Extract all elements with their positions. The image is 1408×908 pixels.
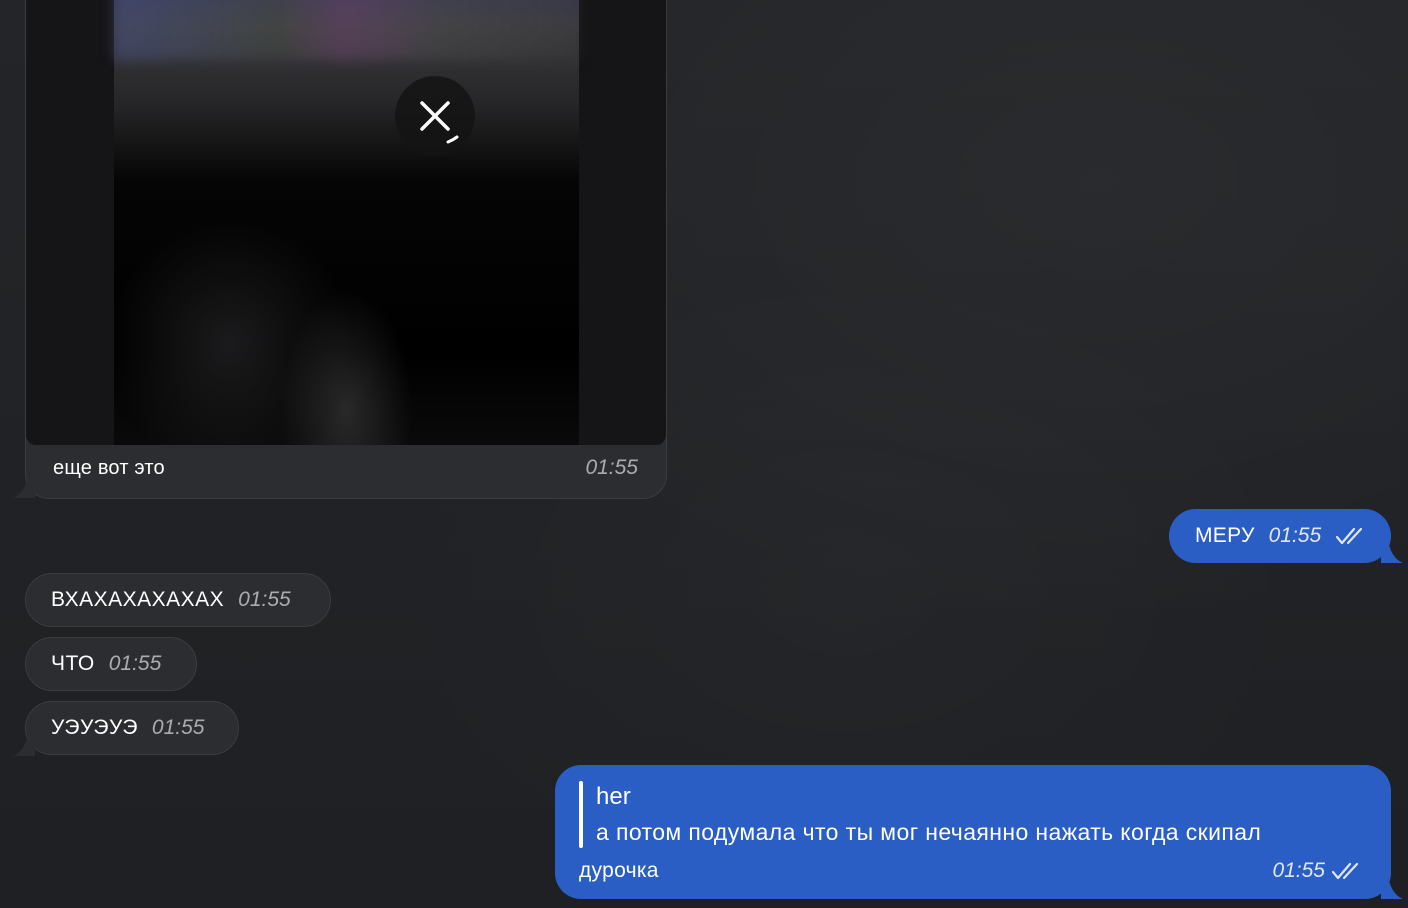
message-time: 01:55 [151,716,205,739]
video-thumbnail [114,0,579,445]
bubble-tail [13,480,35,498]
message-text: УЭУЭУЭ [51,716,138,739]
incoming-message-bubble[interactable]: ВХАХАХАХАХАХ 01:55 [25,573,331,627]
message-meta: 01:55 [1272,859,1363,883]
message-time: 01:55 [1268,524,1322,547]
message-text: ЧТО [51,652,95,675]
incoming-message-bubble[interactable]: УЭУЭУЭ 01:55 [25,701,239,755]
quote-text[interactable]: а потом подумала что ты мог нечаянно наж… [596,819,1261,846]
bubble-tail [13,738,35,756]
message-text: дурочка [579,859,659,882]
message-text: ВХАХАХАХАХАХ [51,588,225,611]
bubble-tail [1381,881,1403,899]
double-check-icon [1336,527,1363,545]
quote-author[interactable]: her [596,783,631,811]
outgoing-reply-bubble[interactable]: her а потом подумала что ты мог нечаянно… [555,765,1391,899]
message-time: 01:55 [585,456,638,479]
video-preview[interactable] [26,0,666,445]
double-check-icon [1331,862,1359,880]
message-time: 01:55 [238,588,291,611]
bubble-tail [1381,545,1403,563]
media-caption: еще вот это [53,457,165,479]
message-time: 01:55 [108,652,162,675]
close-icon [420,101,459,144]
media-caption-row: еще вот это 01:55 [53,456,638,480]
cancel-download-button[interactable] [395,76,475,156]
incoming-message-bubble[interactable]: ЧТО 01:55 [25,637,197,691]
quote-bar [579,781,583,848]
outgoing-message-bubble[interactable]: МЕРУ 01:55 [1169,509,1391,563]
media-message-bubble[interactable]: еще вот это 01:55 [25,0,667,499]
message-time: 01:55 [1272,859,1325,882]
message-text: МЕРУ [1195,524,1255,547]
